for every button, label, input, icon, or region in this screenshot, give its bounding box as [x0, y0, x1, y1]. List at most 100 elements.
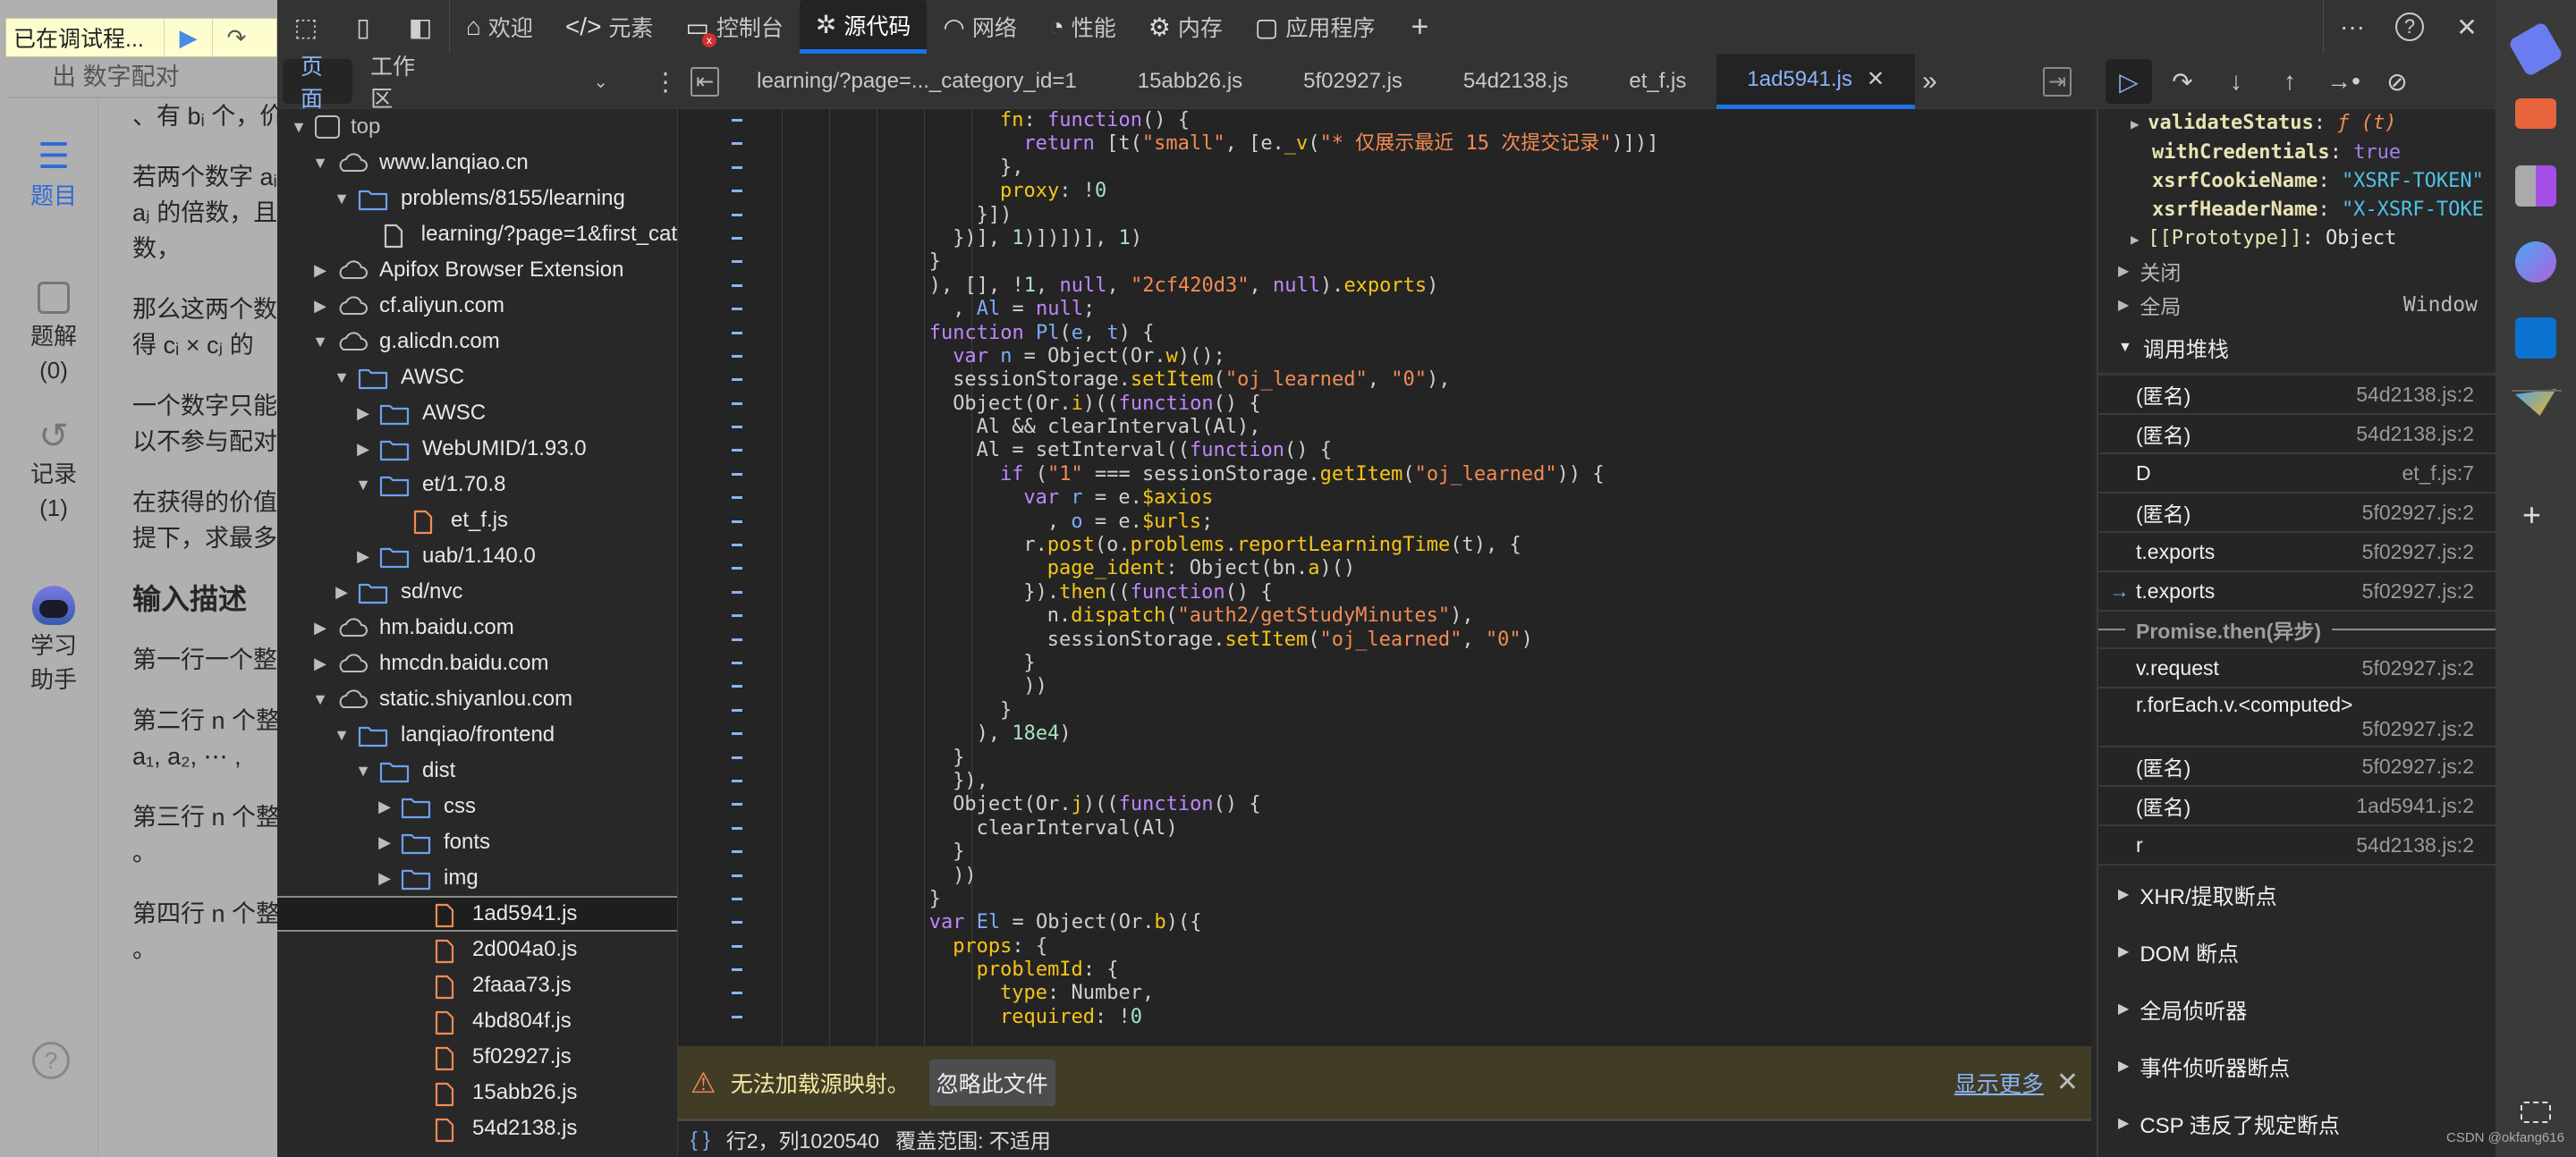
help-icon[interactable]: ? — [32, 1042, 70, 1079]
code-line[interactable]: clearInterval(Al) — [678, 817, 2091, 840]
code-line[interactable]: required: !0 — [678, 1006, 2091, 1029]
code-line[interactable]: Object(Or.i)((function() { — [678, 393, 2091, 416]
caret-right-icon[interactable]: ▶ — [354, 440, 372, 459]
tab-home[interactable]: ⌂ 欢迎 — [450, 0, 549, 54]
tree-node[interactable]: ▼ www.lanqiao.cn — [277, 145, 677, 181]
send-icon[interactable] — [2515, 389, 2556, 416]
frame-location[interactable]: 5f02927.js:2 — [2362, 501, 2474, 525]
frame-location[interactable]: 54d2138.js:2 — [2356, 422, 2474, 446]
tree-node[interactable]: ▶ fonts — [277, 824, 677, 860]
callstack-frame[interactable]: (匿名) 1ad5941.js:2 — [2098, 787, 2496, 826]
inspect-element-button[interactable]: ⬚ — [277, 0, 335, 54]
resume-button[interactable]: ▷ — [2106, 59, 2152, 104]
code-line[interactable]: }, — [678, 156, 2091, 180]
caret-down-icon[interactable]: ▼ — [311, 154, 329, 173]
tree-node[interactable]: ▼ AWSC — [277, 359, 677, 395]
pretty-print-icon[interactable]: { } — [691, 1127, 710, 1152]
breakpoint-section[interactable]: ▶ 事件侦听器断点 — [2098, 1037, 2496, 1094]
code-line[interactable]: return [t("small", [e._v("* 仅展示最近 15 次提交… — [678, 132, 2091, 156]
scope-property[interactable]: xsrfHeaderName: "X-XSRF-TOKE — [2098, 196, 2496, 224]
callstack-frame[interactable]: (匿名) 54d2138.js:2 — [2098, 376, 2496, 415]
breakpoint-section[interactable]: ▶ DOM 断点 — [2098, 923, 2496, 980]
code-line[interactable]: proxy: !0 — [678, 180, 2091, 203]
code-line[interactable]: } — [678, 250, 2091, 274]
tree-node[interactable]: ▼ top — [277, 109, 677, 145]
scope-section[interactable]: ▶ 全局 Window — [2098, 288, 2496, 322]
outlook-icon[interactable] — [2515, 317, 2556, 359]
code-line[interactable]: type: Number, — [678, 982, 2091, 1005]
caret-right-icon[interactable]: ▶ — [311, 655, 329, 673]
code-line[interactable]: var r = e.$axios — [678, 486, 2091, 510]
add-tab-button[interactable]: + — [1391, 0, 1448, 54]
step-over-button[interactable]: ↷ — [212, 18, 260, 57]
tree-node[interactable]: 2faaa73.js — [277, 967, 677, 1003]
tree-node[interactable]: ▶ uab/1.140.0 — [277, 538, 677, 574]
caret-right-icon[interactable]: ▶ — [311, 619, 329, 638]
callstack-frame[interactable]: v.request 5f02927.js:2 — [2098, 649, 2496, 688]
tab-console[interactable]: ▭ x 控制台 — [669, 0, 799, 54]
tree-node[interactable]: ▶ css — [277, 789, 677, 824]
frame-location[interactable]: 54d2138.js:2 — [2356, 383, 2474, 407]
caret-right-icon[interactable]: ▶ — [311, 261, 329, 280]
callstack-frame[interactable]: t.exports 5f02927.js:2 — [2098, 533, 2496, 572]
help-button[interactable]: ? — [2381, 0, 2438, 54]
leftbar-item-history[interactable]: ↺ 记录 (1) — [9, 416, 98, 525]
frame-location[interactable]: 5f02927.js:2 — [2362, 717, 2474, 741]
device-emulation-button[interactable]: ▯ — [335, 0, 392, 54]
frame-location[interactable]: 1ad5941.js:2 — [2356, 794, 2474, 818]
scope-property[interactable]: withCredentials: true — [2098, 139, 2496, 167]
tab-workspace[interactable]: 工作区 — [352, 55, 439, 112]
code-line[interactable]: }).then((function() { — [678, 581, 2091, 604]
code-editor[interactable]: fn: function() {return [t("small", [e._v… — [678, 109, 2091, 1046]
code-line[interactable]: } — [678, 747, 2091, 770]
code-line[interactable]: )) — [678, 865, 2091, 888]
close-tab-icon[interactable]: ✕ — [1867, 66, 1885, 92]
frame-location[interactable]: 5f02927.js:2 — [2362, 656, 2474, 680]
callstack-frame[interactable]: (匿名) 5f02927.js:2 — [2098, 747, 2496, 787]
caret-right-icon[interactable]: ▶ — [376, 869, 394, 888]
breakpoint-section[interactable]: ▶ XHR/提取断点 — [2098, 866, 2496, 923]
close-devtools-button[interactable]: ✕ — [2438, 0, 2496, 54]
kebab-menu-icon[interactable]: ⋮ — [653, 67, 678, 97]
dock-toggle-button[interactable]: ◧ — [392, 0, 449, 54]
code-line[interactable]: } — [678, 888, 2091, 911]
step-button[interactable]: →• — [2320, 59, 2367, 104]
caret-down-icon[interactable]: ▼ — [311, 333, 329, 351]
callstack-frame[interactable]: Det_f.js:7 — [2098, 454, 2496, 494]
frame-location[interactable]: 5f02927.js:2 — [2362, 755, 2474, 779]
code-line[interactable]: }), — [678, 770, 2091, 793]
tree-node[interactable]: ▶ hm.baidu.com — [277, 610, 677, 646]
tree-node[interactable]: 15abb26.js — [277, 1075, 677, 1111]
tree-node[interactable]: ▼ static.shiyanlou.com — [277, 681, 677, 717]
step-into-button[interactable]: ↓ — [2213, 59, 2259, 104]
scope-section[interactable]: ▶ 关闭 — [2098, 254, 2496, 288]
callstack-frame[interactable]: → t.exports 5f02927.js:2 — [2098, 572, 2496, 612]
tree-node[interactable]: 54d2138.js — [277, 1111, 677, 1146]
caret-down-icon[interactable]: ▼ — [333, 190, 351, 208]
editor-tab[interactable]: learning/?page=..._category_id=1 — [726, 54, 1107, 109]
code-line[interactable]: page_ident: Object(bn.a)() — [678, 557, 2091, 580]
breakpoint-section[interactable]: ▶ 全局侦听器 — [2098, 980, 2496, 1037]
frame-location[interactable]: 54d2138.js:2 — [2356, 833, 2474, 857]
tab-code-tag[interactable]: </> 元素 — [549, 0, 670, 54]
tab-chip[interactable]: ⚙ 内存 — [1132, 0, 1239, 54]
code-line[interactable]: } — [678, 840, 2091, 864]
code-line[interactable]: r.post(o.problems.reportLearningTime(t),… — [678, 534, 2091, 557]
code-line[interactable]: , o = e.$urls; — [678, 511, 2091, 534]
tree-node[interactable]: learning/?page=1&first_cat — [277, 216, 677, 252]
editor-tab[interactable]: 15abb26.js — [1107, 54, 1273, 109]
breakpoint-section[interactable]: ▶ CSP 违反了规定断点 — [2098, 1094, 2496, 1152]
code-line[interactable]: props: { — [678, 935, 2091, 959]
code-line[interactable]: function Pl(e, t) { — [678, 322, 2091, 345]
tree-node[interactable]: ▼ dist — [277, 753, 677, 789]
caret-right-icon[interactable]: ▶ — [376, 798, 394, 816]
tab-wifi[interactable]: ◠ 网络 — [927, 0, 1032, 54]
tree-node[interactable]: ▼ lanqiao/frontend — [277, 717, 677, 753]
tag-icon[interactable] — [2507, 21, 2564, 78]
code-line[interactable]: })], 1)])])], 1) — [678, 227, 2091, 250]
tree-node[interactable]: ▶ cf.aliyun.com — [277, 288, 677, 324]
code-line[interactable]: ), [], !1, null, "2cf420d3", null).expor… — [678, 274, 2091, 298]
tree-node[interactable]: et_f.js — [277, 502, 677, 538]
ignore-file-button[interactable]: 忽略此文件 — [928, 1059, 1055, 1106]
show-more-link[interactable]: 显示更多 — [1954, 1067, 2044, 1099]
